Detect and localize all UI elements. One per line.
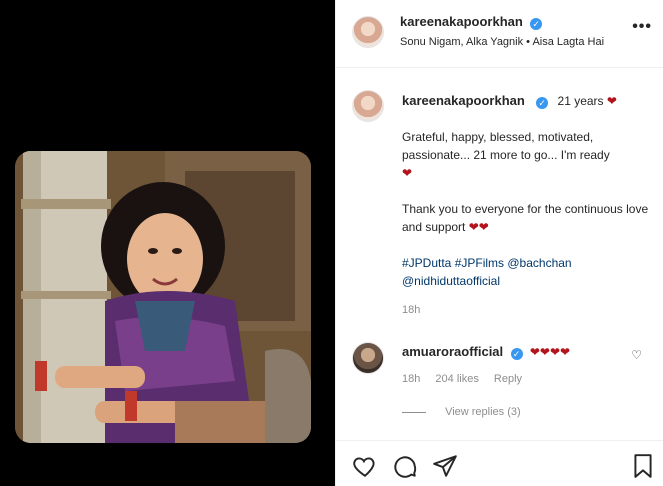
post-details-panel: kareenakapoorkhan ✓ Sonu Nigam, Alka Yag…	[335, 0, 663, 486]
action-bar	[336, 440, 663, 486]
author-name-row: kareenakapoorkhan ✓	[400, 14, 543, 30]
song-label[interactable]: Sonu Nigam, Alka Yagnik • Aisa Lagta Hai	[400, 36, 604, 48]
heart-emoji-icon: ❤	[606, 94, 617, 108]
reply-button[interactable]: Reply	[494, 373, 522, 385]
comment-item: amuaroraofficial ✓ ❤❤❤❤ ♡ 18h 204 likes …	[336, 338, 663, 428]
heart-emoji-icon: ❤	[478, 220, 489, 234]
comment-text: ❤❤❤❤	[529, 345, 571, 359]
share-send-icon[interactable]	[432, 453, 458, 479]
comment-bubble-icon[interactable]	[392, 453, 418, 479]
caption-tags[interactable]: #JPDutta #JPFilms @bachchan @nidhiduttao…	[402, 254, 652, 290]
commenter-username[interactable]: amuaroraofficial	[402, 344, 503, 359]
post-photo[interactable]	[15, 151, 311, 443]
like-heart-icon[interactable]	[352, 453, 378, 479]
heart-emoji-icon: ❤	[468, 220, 479, 234]
view-replies-label[interactable]: View replies (3)	[445, 406, 521, 418]
caption-line-1: Grateful, happy, blessed, motivated, pas…	[402, 130, 610, 162]
caption-author-avatar[interactable]	[352, 90, 384, 122]
author-username[interactable]: kareenakapoorkhan	[400, 14, 523, 29]
more-options-icon[interactable]: •••	[632, 18, 652, 36]
comment-likes[interactable]: 204 likes	[435, 373, 478, 385]
verified-badge-icon: ✓	[510, 348, 523, 360]
comment-meta: 18h 204 likes Reply	[402, 373, 534, 385]
comment-like-icon[interactable]: ♡	[631, 348, 642, 362]
post-media-pane	[0, 0, 335, 486]
caption-headline: 21 years	[557, 94, 604, 108]
author-avatar[interactable]	[352, 16, 384, 48]
caption-author-username[interactable]: kareenakapoorkhan	[402, 93, 525, 108]
post-header: kareenakapoorkhan ✓ Sonu Nigam, Alka Yag…	[336, 0, 663, 68]
commenter-avatar[interactable]	[352, 342, 384, 374]
view-replies-button[interactable]: View replies (3)	[402, 406, 521, 418]
comment-timestamp: 18h	[402, 373, 421, 385]
bookmark-icon[interactable]	[630, 453, 656, 479]
caption-header: kareenakapoorkhan ✓ 21 years ❤	[402, 93, 617, 109]
divider-line	[402, 411, 426, 413]
caption-timestamp: 18h	[402, 304, 421, 316]
verified-badge-icon: ✓	[536, 97, 549, 109]
caption-text: Grateful, happy, blessed, motivated, pas…	[402, 128, 652, 308]
verified-badge-icon: ✓	[530, 18, 543, 30]
comment-header: amuaroraofficial ✓ ❤❤❤❤	[402, 344, 570, 360]
caption-line-2: Thank you to everyone for the continuous…	[402, 202, 649, 234]
heart-emoji-icon: ❤	[402, 166, 413, 180]
